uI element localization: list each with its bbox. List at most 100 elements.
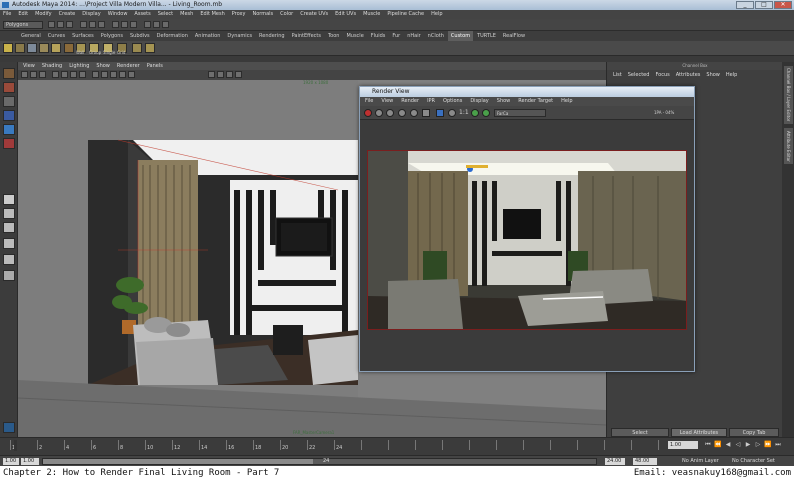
alpha-channel-icon[interactable] (448, 109, 456, 117)
anim-layer-label[interactable]: No Anim Layer (682, 458, 719, 465)
new-scene-icon[interactable] (48, 21, 55, 28)
playback-start-field[interactable]: 1.00 (21, 458, 39, 465)
render-camera-select[interactable]: FarCa (494, 109, 546, 117)
viewport-menu-item-1[interactable]: Shading (42, 62, 62, 70)
channel-box-menu-item-2[interactable]: Focus (655, 70, 669, 80)
snap-point-icon[interactable] (130, 21, 137, 28)
shelf-tool-icon[interactable] (145, 43, 155, 53)
character-set-label[interactable]: No Character Set (732, 458, 775, 465)
render-view-menu-item-6[interactable]: Show (497, 97, 511, 106)
start-time-field[interactable]: 1.00 (3, 458, 19, 465)
shelf-tool-icon[interactable] (27, 43, 37, 53)
persp-outliner-icon[interactable] (3, 222, 15, 233)
render-region-icon[interactable] (375, 109, 383, 117)
shelf-tab-2[interactable]: Surfaces (69, 31, 97, 41)
shelf-tab-16[interactable]: Custom (447, 31, 474, 41)
menu-item-11[interactable]: Normals (252, 10, 273, 19)
image-plane-icon[interactable] (52, 71, 59, 78)
channel-box-menu-item-4[interactable]: Show (706, 70, 720, 80)
render-view-menu-item-3[interactable]: IPR (427, 97, 435, 106)
shelf-tab-3[interactable]: Polygons (98, 31, 126, 41)
render-view-menu-item-4[interactable]: Options (443, 97, 462, 106)
film-gate-icon[interactable] (70, 71, 77, 78)
channel-box-menu-item-3[interactable]: Attributes (676, 70, 701, 80)
go-end-icon[interactable]: ⏭ (774, 441, 782, 449)
channel-box-menu-item-1[interactable]: Selected (628, 70, 650, 80)
shelf-tab-12[interactable]: Fluids (368, 31, 389, 41)
smooth-shade-icon[interactable] (101, 71, 108, 78)
step-back-key-icon[interactable]: ⏪ (714, 441, 722, 449)
menu-item-3[interactable]: Create (59, 10, 76, 19)
menu-item-10[interactable]: Proxy (232, 10, 246, 19)
shelf-tab-8[interactable]: Rendering (256, 31, 288, 41)
step-back-icon[interactable]: ◀ (724, 441, 732, 449)
play-forward-icon[interactable]: ▶ (744, 441, 752, 449)
render-view-menu-item-0[interactable]: File (365, 97, 373, 106)
shelf-tab-9[interactable]: PaintEffects (289, 31, 324, 41)
persp-hypershade-icon[interactable] (3, 254, 15, 265)
cp-shelf-icon[interactable] (3, 43, 13, 53)
attribute-editor-tab[interactable]: Attribute Editor (784, 128, 793, 164)
menu-item-13[interactable]: Create UVs (300, 10, 328, 19)
maximize-button[interactable]: □ (755, 1, 773, 9)
menu-set-selector[interactable]: Polygons (3, 21, 43, 29)
select-object-icon[interactable] (89, 21, 96, 28)
step-forward-key-icon[interactable]: ⏩ (764, 441, 772, 449)
save-scene-icon[interactable] (66, 21, 73, 28)
shelf-tab-15[interactable]: nCloth (425, 31, 447, 41)
render-view-menu-item-5[interactable]: Display (470, 97, 488, 106)
render-frame-icon[interactable] (144, 21, 151, 28)
menu-item-7[interactable]: Select (158, 10, 173, 19)
viewport-menu-item-5[interactable]: Panels (147, 62, 163, 70)
four-view-icon[interactable] (3, 208, 15, 219)
shadows-icon[interactable] (128, 71, 135, 78)
refresh-icon[interactable] (410, 109, 418, 117)
menu-item-1[interactable]: Edit (18, 10, 28, 19)
viewport-menu-item-3[interactable]: Show (96, 62, 110, 70)
channel-box-menu-item-0[interactable]: List (613, 70, 622, 80)
select-tool-icon[interactable] (3, 68, 15, 79)
shelf-tab-17[interactable]: TURTLE (474, 31, 499, 41)
menu-item-5[interactable]: Window (108, 10, 128, 19)
camera-attr-icon[interactable] (30, 71, 37, 78)
zoom-out-icon[interactable] (482, 109, 490, 117)
select-component-icon[interactable] (98, 21, 105, 28)
menu-item-16[interactable]: Pipeline Cache (387, 10, 424, 19)
resolution-gate-icon[interactable] (79, 71, 86, 78)
current-frame-field[interactable]: 1.00 (668, 441, 698, 449)
shelf-tab-4[interactable]: Subdivs (127, 31, 153, 41)
shelf-tab-7[interactable]: Dynamics (224, 31, 255, 41)
load-attributes-button[interactable]: Load Attributes (671, 428, 727, 437)
camera-select-icon[interactable] (21, 71, 28, 78)
xray-joints-icon[interactable] (226, 71, 233, 78)
real-size-label[interactable]: 1:1 (459, 109, 469, 117)
shelf-tab-6[interactable]: Animation (192, 31, 224, 41)
menu-item-4[interactable]: Display (82, 10, 100, 19)
close-button[interactable]: ✕ (774, 1, 792, 9)
ambient-occlusion-icon[interactable] (235, 71, 242, 78)
snap-curve-icon[interactable] (121, 21, 128, 28)
shelf-tab-10[interactable]: Toon (325, 31, 343, 41)
rgb-channel-icon[interactable] (436, 109, 444, 117)
move-tool-icon[interactable] (3, 110, 15, 121)
snapshot-icon[interactable] (386, 109, 394, 117)
ipr-render-icon[interactable] (153, 21, 160, 28)
viewport-menu-item-2[interactable]: Lighting (69, 62, 89, 70)
lasso-tool-icon[interactable] (3, 82, 15, 93)
range-handle[interactable] (43, 459, 313, 464)
open-scene-icon[interactable] (57, 21, 64, 28)
xray-icon[interactable] (217, 71, 224, 78)
shelf-tab-0[interactable]: General (18, 31, 44, 41)
step-forward-icon[interactable]: ▷ (754, 441, 762, 449)
render-view-menu-item-7[interactable]: Render Target (518, 97, 553, 106)
minimize-button[interactable]: _ (736, 1, 754, 9)
lights-icon[interactable] (119, 71, 126, 78)
channel-box-tab[interactable]: Channel Box / Layer Editor (784, 66, 793, 124)
shelf-tool-icon[interactable] (64, 43, 74, 53)
render-settings-icon[interactable] (162, 21, 169, 28)
menu-item-12[interactable]: Color (280, 10, 293, 19)
shelf-tab-14[interactable]: nHair (404, 31, 423, 41)
rotate-tool-icon[interactable] (3, 124, 15, 135)
menu-item-2[interactable]: Modify (35, 10, 52, 19)
shelf-tab-1[interactable]: Curves (45, 31, 68, 41)
